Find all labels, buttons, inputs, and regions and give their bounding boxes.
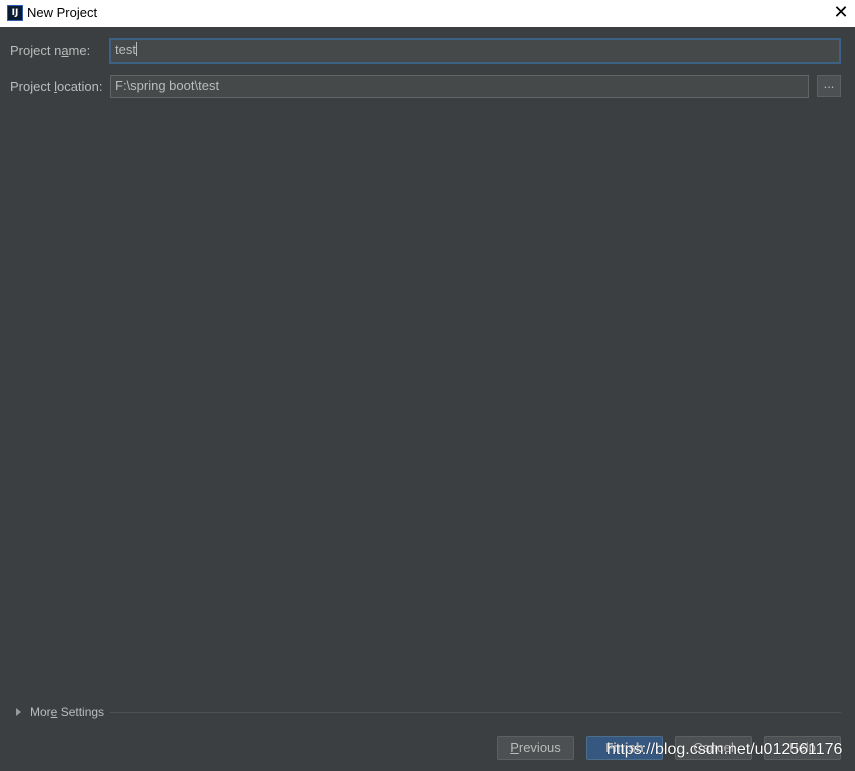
project-location-input[interactable]: F:\spring boot\test [110,75,809,98]
project-name-value: test [115,42,136,57]
previous-button[interactable]: Previous [497,736,574,760]
browse-button[interactable]: ... [817,75,841,97]
more-settings-label: More Settings [30,705,105,719]
watermark-text: https://blog.csdn.net/u012561176 [607,741,843,758]
close-button[interactable]: ✕ [827,0,855,27]
triangle-right-icon [16,708,21,716]
intellij-idea-icon: IJ [7,5,23,21]
project-name-label: Project name: [10,43,91,58]
text-caret [135,42,137,56]
window-title: New Project [27,5,98,20]
close-icon: ✕ [833,2,849,23]
project-location-label: Project location: [10,79,103,94]
more-settings-divider [110,712,841,713]
title-bar: IJ New Project ✕ [0,0,855,27]
project-name-input[interactable]: test [109,38,841,64]
project-location-value: F:\spring boot\test [115,78,220,93]
